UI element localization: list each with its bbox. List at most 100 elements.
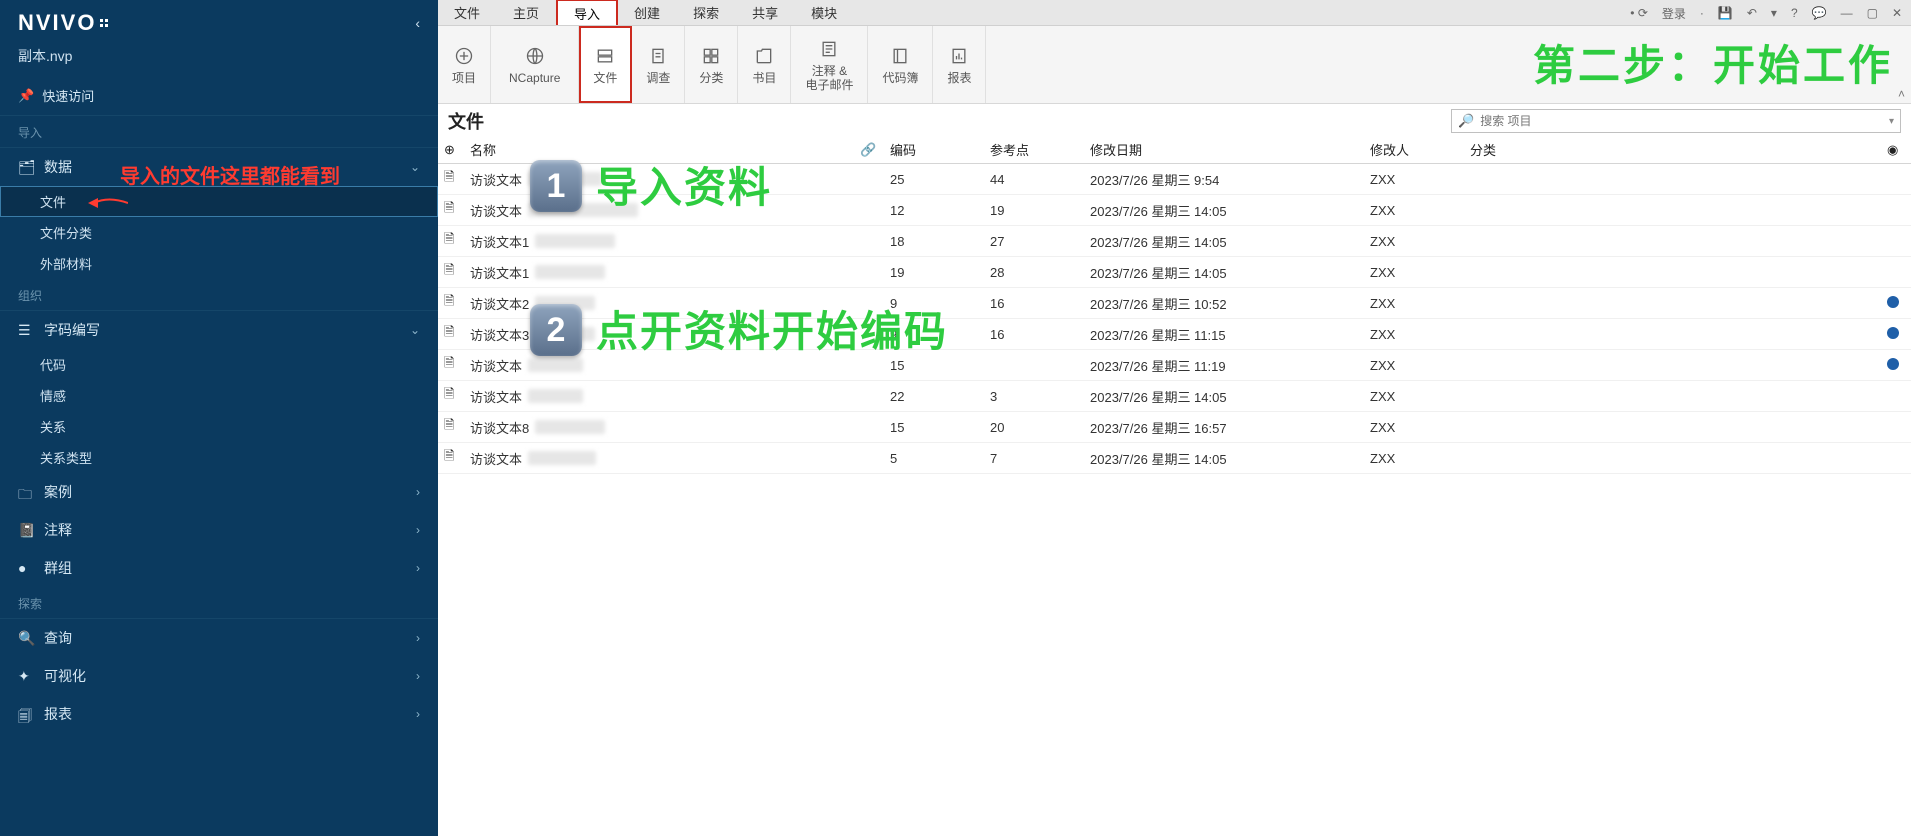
table-row[interactable]: 🗎访谈文本25442023/7/26 星期三 9:54ZXX xyxy=(438,164,1911,195)
ribbon-notes[interactable]: 注释 & 电子邮件 xyxy=(791,26,868,103)
cell-name: 访谈文本1 xyxy=(464,226,854,257)
cell-by: ZXX xyxy=(1364,319,1464,350)
table-row[interactable]: 🗎访谈文本118272023/7/26 星期三 14:05ZXX xyxy=(438,226,1911,257)
chevron-right-icon: › xyxy=(416,631,420,645)
tab-file[interactable]: 文件 xyxy=(438,0,497,25)
cell-ref: 3 xyxy=(984,381,1084,412)
nav-coding-reltypes[interactable]: 关系类型 xyxy=(0,442,438,473)
cell-ref: 7 xyxy=(984,443,1084,474)
nav-vis[interactable]: ✦可视化 › xyxy=(0,657,438,695)
cell-code: 9 xyxy=(884,288,984,319)
sidebar-collapse-icon[interactable]: ‹ xyxy=(415,15,420,31)
maximize-icon[interactable]: ▢ xyxy=(1864,6,1881,20)
search-box[interactable]: 🔎 ▾ xyxy=(1451,109,1901,133)
table-row[interactable]: 🗎访谈文本815202023/7/26 星期三 16:57ZXX xyxy=(438,412,1911,443)
classify-icon xyxy=(701,46,721,66)
document-icon: 🗎 xyxy=(438,381,464,412)
document-icon: 🗎 xyxy=(438,164,464,195)
col-code[interactable]: 编码 xyxy=(884,136,984,164)
save-icon[interactable]: 💾 xyxy=(1715,6,1736,20)
cell-indicator xyxy=(1881,257,1911,288)
nav-cases[interactable]: 🗀案例 › xyxy=(0,473,438,511)
notes-icon xyxy=(819,39,839,59)
login-button[interactable]: 登录 xyxy=(1659,5,1689,22)
table-row[interactable]: 🗎访谈文本39162023/7/26 星期三 11:15ZXX xyxy=(438,319,1911,350)
search-input[interactable] xyxy=(1480,114,1883,128)
cell-modified: 2023/7/26 星期三 14:05 xyxy=(1084,226,1364,257)
ribbon-report[interactable]: 报表 xyxy=(933,26,986,103)
quick-access-label: 快速访问 xyxy=(42,86,94,105)
col-link-icon[interactable]: 🔗 xyxy=(854,136,884,164)
status-dot-icon xyxy=(1887,296,1899,308)
table-row[interactable]: 🗎访谈文本119282023/7/26 星期三 14:05ZXX xyxy=(438,257,1911,288)
feedback-icon[interactable]: 💬 xyxy=(1809,6,1830,20)
ribbon-collapse-icon[interactable]: ˄ xyxy=(1898,87,1905,101)
col-by[interactable]: 修改人 xyxy=(1364,136,1464,164)
tab-home[interactable]: 主页 xyxy=(497,0,556,25)
help-icon[interactable]: ? xyxy=(1788,6,1801,20)
cell-modified: 2023/7/26 星期三 14:05 xyxy=(1084,195,1364,226)
cell-code: 19 xyxy=(884,257,984,288)
sync-icon[interactable]: • ⟳ xyxy=(1627,6,1651,20)
nav-sets[interactable]: ●群组 › xyxy=(0,549,438,587)
tab-share[interactable]: 共享 xyxy=(736,0,795,25)
undo-icon[interactable]: ↶ xyxy=(1744,6,1760,20)
ribbon-bookmarks[interactable]: 书目 xyxy=(738,26,791,103)
ribbon-codebook[interactable]: 代码簿 xyxy=(868,26,933,103)
data-icon: 🗂 xyxy=(18,159,34,175)
nav-annotations[interactable]: 📓注释 › xyxy=(0,511,438,549)
project-file-name: 副本.nvp xyxy=(0,42,438,76)
col-name[interactable]: 名称 xyxy=(464,136,854,164)
ribbon-project[interactable]: 项目 xyxy=(438,26,491,103)
app-logo-text: NVIVO xyxy=(18,10,96,36)
col-add-icon[interactable]: ⊕ xyxy=(438,136,464,164)
nav-coding-relations[interactable]: 关系 xyxy=(0,411,438,442)
tab-module[interactable]: 模块 xyxy=(795,0,854,25)
col-indicator-icon[interactable]: ◉ xyxy=(1881,136,1911,164)
cell-class xyxy=(1464,195,1881,226)
chevron-down-icon: ⌄ xyxy=(410,160,420,174)
nav-coding-sentiment[interactable]: 情感 xyxy=(0,380,438,411)
ribbon-classify[interactable]: 分类 xyxy=(685,26,738,103)
col-ref[interactable]: 参考点 xyxy=(984,136,1084,164)
cell-name: 访谈文本 xyxy=(464,381,854,412)
ribbon-files[interactable]: 文件 xyxy=(579,26,632,103)
nav-data-file-class[interactable]: 文件分类 xyxy=(0,217,438,248)
tab-explore[interactable]: 探索 xyxy=(677,0,736,25)
table-row[interactable]: 🗎访谈文本572023/7/26 星期三 14:05ZXX xyxy=(438,443,1911,474)
quick-access[interactable]: 📌 快速访问 xyxy=(0,76,438,116)
nav-coding[interactable]: ☰字码编写 ⌄ xyxy=(0,311,438,349)
cell-by: ZXX xyxy=(1364,288,1464,319)
tab-import[interactable]: 导入 xyxy=(556,0,618,25)
close-icon[interactable]: ✕ xyxy=(1889,6,1905,20)
col-modified[interactable]: 修改日期 xyxy=(1084,136,1364,164)
survey-icon xyxy=(648,46,668,66)
tab-create[interactable]: 创建 xyxy=(618,0,677,25)
cell-link xyxy=(854,412,884,443)
cell-name: 访谈文本1 xyxy=(464,257,854,288)
nav-data-external[interactable]: 外部材料 xyxy=(0,248,438,279)
table-row[interactable]: 🗎访谈文本12192023/7/26 星期三 14:05ZXX xyxy=(438,195,1911,226)
table-row[interactable]: 🗎访谈文本2232023/7/26 星期三 14:05ZXX xyxy=(438,381,1911,412)
nav-data[interactable]: 🗂 数据 ⌄ xyxy=(0,148,438,186)
nav-queries[interactable]: 🔍查询 › xyxy=(0,619,438,657)
table-row[interactable]: 🗎访谈文本152023/7/26 星期三 11:19ZXX xyxy=(438,350,1911,381)
bookmarks-icon xyxy=(754,46,774,66)
table-row[interactable]: 🗎访谈文本29162023/7/26 星期三 10:52ZXX xyxy=(438,288,1911,319)
nav-reports[interactable]: 🗐报表 › xyxy=(0,695,438,733)
ribbon-survey[interactable]: 调查 xyxy=(632,26,685,103)
cases-icon: 🗀 xyxy=(18,484,34,500)
cell-ref: 44 xyxy=(984,164,1084,195)
coding-icon: ☰ xyxy=(18,322,34,338)
cell-by: ZXX xyxy=(1364,381,1464,412)
redo-icon[interactable]: ▾ xyxy=(1768,6,1780,20)
sets-icon: ● xyxy=(18,560,34,576)
minimize-icon[interactable]: — xyxy=(1838,6,1856,20)
ribbon-ncapture[interactable]: NCapture xyxy=(491,26,579,103)
cell-class xyxy=(1464,412,1881,443)
col-class[interactable]: 分类 xyxy=(1464,136,1881,164)
nav-data-label: 数据 xyxy=(44,157,72,177)
nav-data-files[interactable]: 文件 xyxy=(0,186,438,217)
search-dropdown-icon[interactable]: ▾ xyxy=(1889,116,1894,127)
nav-coding-codes[interactable]: 代码 xyxy=(0,349,438,380)
